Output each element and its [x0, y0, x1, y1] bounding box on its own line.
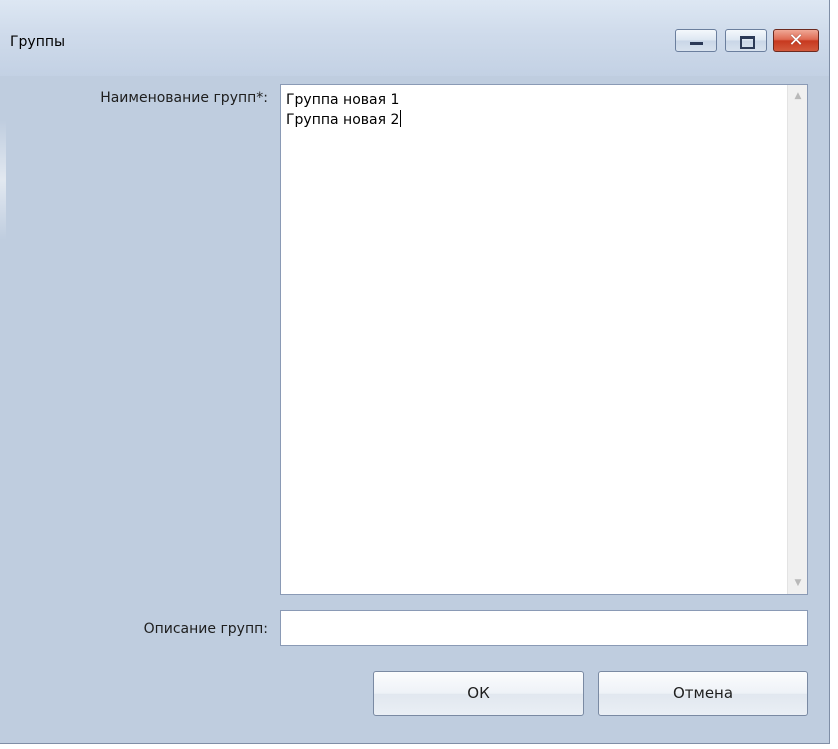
groups-dialog: Группы ✕ Наименование групп*: Группа нов…: [0, 0, 830, 744]
vertical-scrollbar[interactable]: ▲ ▼: [787, 85, 807, 594]
group-name-line: Группа новая 1: [286, 92, 400, 108]
group-description-label: Описание групп:: [143, 621, 268, 637]
group-names-textarea[interactable]: Группа новая 1 Группа новая 2 ▲ ▼: [280, 84, 808, 595]
close-icon: ✕: [788, 30, 804, 51]
minimize-button[interactable]: [675, 29, 717, 52]
scroll-down-arrow-icon[interactable]: ▼: [788, 574, 808, 592]
group-names-content[interactable]: Группа новая 1 Группа новая 2: [286, 90, 402, 130]
ok-button[interactable]: ОК: [373, 671, 584, 716]
minimize-icon: [690, 42, 703, 45]
maximize-button[interactable]: [725, 29, 767, 52]
scroll-up-arrow-icon[interactable]: ▲: [788, 87, 808, 105]
window-edge-highlight: [0, 120, 6, 240]
group-name-line: Группа новая 2: [286, 112, 400, 128]
window-title: Группы: [10, 34, 66, 50]
cancel-button[interactable]: Отмена: [598, 671, 808, 716]
close-button[interactable]: ✕: [773, 29, 819, 52]
group-names-label: Наименование групп*:: [100, 90, 268, 106]
title-bar[interactable]: Группы ✕: [0, 0, 829, 76]
maximize-icon: [740, 36, 755, 49]
group-description-input[interactable]: [280, 610, 808, 646]
text-caret: [400, 110, 402, 127]
